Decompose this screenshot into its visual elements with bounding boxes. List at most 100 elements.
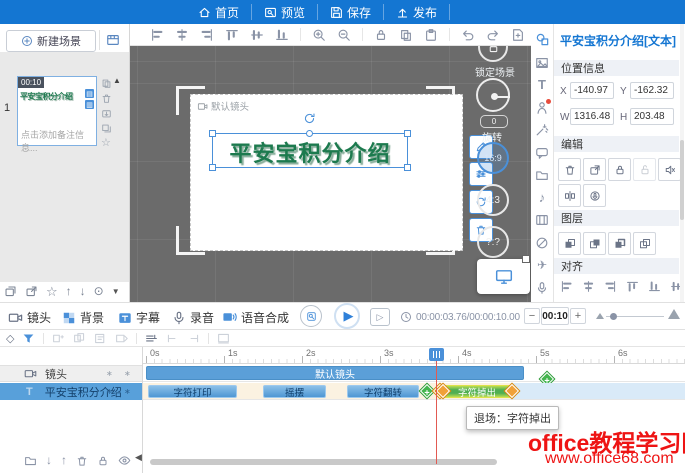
- voice-settings-button[interactable]: [583, 184, 606, 207]
- thumb-tool-icon[interactable]: ▥: [85, 100, 94, 109]
- lock-element-button[interactable]: [608, 158, 631, 181]
- collapse-arrow-icon[interactable]: ▼: [112, 287, 120, 296]
- align-center-h-icon[interactable]: [175, 28, 189, 42]
- move-up-icon[interactable]: ↑: [61, 454, 67, 467]
- row-toggle-dot[interactable]: ∗: [124, 369, 131, 378]
- align-right-icon[interactable]: [200, 28, 214, 42]
- tts-tab[interactable]: 语音合成: [222, 309, 289, 326]
- y-input[interactable]: -162.32: [630, 82, 674, 99]
- history-icon[interactable]: [4, 285, 17, 298]
- scroll-up-icon[interactable]: ▲: [113, 76, 121, 85]
- copy-scene-icon[interactable]: [101, 78, 112, 89]
- w-input[interactable]: 1316.48: [570, 108, 614, 125]
- subtitle-tab[interactable]: 字幕: [118, 309, 160, 326]
- duration-minus-button[interactable]: −: [524, 308, 540, 324]
- align-bottom-icon[interactable]: [275, 28, 289, 42]
- effect-tool-icon[interactable]: [535, 123, 549, 137]
- publish-button[interactable]: 发布: [384, 0, 449, 24]
- trash-icon[interactable]: [76, 455, 88, 467]
- background-tab[interactable]: 背景: [62, 309, 104, 326]
- exit-animation-segment[interactable]: 字符掉出: [441, 385, 513, 398]
- folder-tool-icon[interactable]: [535, 168, 549, 182]
- embed-button[interactable]: [583, 158, 606, 181]
- scene-area[interactable]: 默认镜头 平安宝积分介绍: [190, 94, 463, 251]
- mini-preview-window[interactable]: [477, 259, 530, 294]
- playhead-marker[interactable]: [429, 348, 444, 361]
- duration-plus-button[interactable]: +: [570, 308, 586, 324]
- row-toggle-dot[interactable]: ∗: [124, 387, 131, 396]
- eye-icon[interactable]: [118, 454, 131, 467]
- x-input[interactable]: -140.97: [570, 82, 614, 99]
- new-page-icon[interactable]: [511, 28, 525, 42]
- redo-icon[interactable]: [486, 28, 500, 42]
- zoom-small-icon[interactable]: [596, 313, 604, 319]
- folder-icon[interactable]: [24, 454, 37, 467]
- share-icon[interactable]: [25, 285, 38, 298]
- image-tool-icon[interactable]: [535, 56, 549, 70]
- ratio-4-3-button[interactable]: 4:3: [477, 184, 509, 216]
- send-to-back-button[interactable]: [583, 232, 606, 255]
- rotate-handle-icon[interactable]: [303, 112, 316, 125]
- keyframe-diamond-icon[interactable]: ◇: [6, 332, 14, 345]
- paste-icon[interactable]: [424, 28, 438, 42]
- slides-icon[interactable]: [101, 123, 112, 134]
- undo-icon[interactable]: [461, 28, 475, 42]
- bring-to-front-button[interactable]: [558, 232, 581, 255]
- plane-tool-icon[interactable]: ✈: [537, 258, 547, 272]
- inspector-scrollbar[interactable]: [680, 24, 684, 302]
- music-tool-icon[interactable]: ♪: [539, 191, 546, 205]
- delete-button[interactable]: [558, 158, 581, 181]
- lock-icon[interactable]: [374, 28, 388, 42]
- mute-button[interactable]: [658, 158, 681, 181]
- text-row-header[interactable]: T 平安宝积分介绍 ∗ ∗: [0, 383, 142, 400]
- camera-track-row[interactable]: 默认镜头: [143, 365, 685, 382]
- move-down-icon[interactable]: ↓: [80, 285, 86, 298]
- storyboard-button[interactable]: [99, 30, 125, 50]
- text-tool-icon[interactable]: T: [538, 78, 546, 92]
- camera-row-header[interactable]: 镜头 ∗ ∗: [0, 365, 142, 382]
- save-button[interactable]: 保存: [318, 0, 383, 24]
- scene-duration-input[interactable]: 00:10: [541, 307, 569, 325]
- zoom-in-icon[interactable]: [312, 28, 326, 42]
- align-left-icon[interactable]: [150, 28, 164, 42]
- more-icon[interactable]: ⊙: [94, 285, 104, 298]
- rotate-dial[interactable]: [476, 78, 510, 112]
- resize-handle-ne[interactable]: [404, 130, 411, 137]
- zoom-slider-thumb[interactable]: [610, 313, 617, 320]
- thumb-tool-icon[interactable]: ▤: [85, 89, 94, 98]
- text-track-row[interactable]: 字符打印 摇摆 字符翻转 字符掉出: [143, 383, 685, 400]
- play-frame-button[interactable]: ▷: [370, 308, 390, 326]
- preview-scene-button[interactable]: [300, 305, 322, 327]
- scrollbar-thumb[interactable]: [680, 140, 684, 220]
- dial-tool-icon[interactable]: [535, 236, 549, 250]
- shape-tool-icon[interactable]: [535, 32, 550, 47]
- voice-tool-icon[interactable]: [535, 281, 549, 295]
- scene-thumbnail[interactable]: 00:10 平安宝积分介绍 ▤ ▥ 点击添加备注信息...: [17, 76, 97, 146]
- align-left-icon[interactable]: [560, 280, 573, 293]
- scene-note-placeholder[interactable]: 点击添加备注信息...: [21, 128, 96, 154]
- timeline-hscrollbar[interactable]: [150, 459, 497, 465]
- ratio-16-9-button[interactable]: 16:9: [477, 142, 509, 174]
- export-scene-icon[interactable]: [101, 108, 112, 119]
- text-element[interactable]: 平安宝积分介绍: [213, 136, 407, 168]
- row-toggle-dot[interactable]: ∗: [106, 369, 113, 378]
- resize-handle-nw[interactable]: [209, 130, 216, 137]
- split-track-icon[interactable]: [145, 332, 158, 345]
- lock-icon[interactable]: [97, 455, 109, 467]
- align-top-icon[interactable]: [626, 280, 639, 293]
- h-input[interactable]: 203.48: [630, 108, 674, 125]
- bring-forward-button[interactable]: [608, 232, 631, 255]
- move-up-icon[interactable]: ↑: [66, 285, 72, 298]
- home-button[interactable]: 首页: [186, 0, 251, 24]
- record-tab[interactable]: 录音: [172, 309, 214, 326]
- camera-tab[interactable]: 镜头: [8, 309, 51, 326]
- rotate-value-input[interactable]: 0: [480, 115, 508, 128]
- resize-handle-sw[interactable]: [209, 164, 216, 171]
- zoom-out-icon[interactable]: [337, 28, 351, 42]
- character-tool-icon[interactable]: [535, 101, 549, 115]
- align-bottom-icon[interactable]: [648, 280, 661, 293]
- play-button[interactable]: ▶: [334, 303, 360, 329]
- stage-canvas[interactable]: 默认镜头 平安宝积分介绍: [130, 46, 531, 302]
- ratio-custom-button[interactable]: ?:?: [477, 226, 509, 258]
- flip-button[interactable]: [558, 184, 581, 207]
